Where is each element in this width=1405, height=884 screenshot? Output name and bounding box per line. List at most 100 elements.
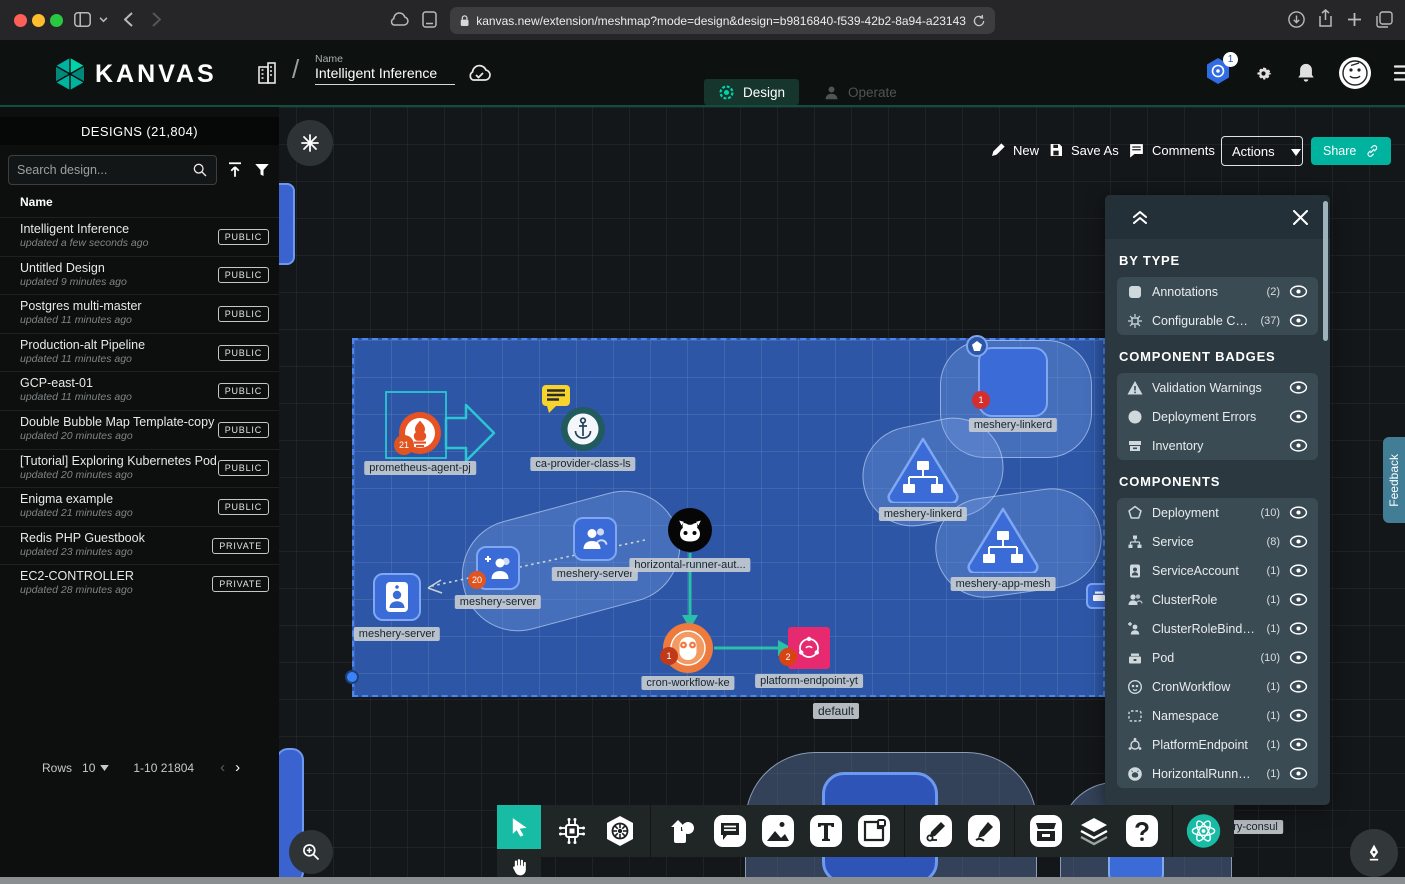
- shapes-tool-button[interactable]: [664, 814, 699, 849]
- tab-overview-button[interactable]: [1376, 11, 1393, 28]
- share-page-button[interactable]: [1318, 9, 1333, 28]
- settings-gear-icon[interactable]: [1253, 63, 1274, 84]
- window-zoom-button[interactable]: [50, 14, 63, 27]
- new-tab-button[interactable]: [1347, 12, 1362, 27]
- image-tool-button[interactable]: [760, 814, 795, 849]
- selection-resize-handle[interactable]: [345, 670, 359, 684]
- pen-tool-button[interactable]: [918, 814, 953, 849]
- window-minimize-button[interactable]: [32, 14, 45, 27]
- feedback-tab[interactable]: Feedback: [1383, 437, 1405, 523]
- pencil-tool-button[interactable]: [966, 814, 1001, 849]
- visibility-eye-icon[interactable]: [1289, 737, 1308, 752]
- comment-tool-button[interactable]: [712, 814, 747, 849]
- design-row[interactable]: Production-alt Pipeline updated 11 minut…: [0, 333, 279, 372]
- canvas-node-service[interactable]: [963, 503, 1043, 578]
- visibility-eye-icon[interactable]: [1289, 592, 1308, 607]
- panel-item-deployment[interactable]: Deployment (10): [1117, 498, 1318, 527]
- layers-tool-button[interactable]: [1076, 814, 1111, 849]
- visibility-eye-icon[interactable]: [1289, 380, 1308, 395]
- tab-operate[interactable]: Operate: [809, 79, 911, 105]
- prev-page-button[interactable]: ‹: [220, 759, 225, 776]
- address-bar[interactable]: kanvas.new/extension/meshmap?mode=design…: [450, 7, 995, 34]
- design-row[interactable]: Redis PHP Guestbook updated 23 minutes a…: [0, 526, 279, 565]
- panel-item-clusterrolebinding[interactable]: ClusterRoleBinding (1): [1117, 614, 1318, 643]
- canvas-node-clusterrole[interactable]: [573, 517, 617, 561]
- meshery-tool-button[interactable]: [1186, 814, 1221, 849]
- panel-item-annotation[interactable]: Annotations (2): [1117, 277, 1318, 306]
- canvas-node-anchor[interactable]: [560, 406, 606, 457]
- new-design-button[interactable]: New: [990, 142, 1039, 158]
- actions-caret-icon[interactable]: [1285, 144, 1307, 159]
- sidebar-chevron-icon[interactable]: [99, 17, 108, 23]
- user-avatar[interactable]: [1338, 56, 1372, 90]
- share-button[interactable]: Share: [1311, 137, 1391, 165]
- visibility-eye-icon[interactable]: [1289, 679, 1308, 694]
- panel-item-warning[interactable]: Validation Warnings: [1117, 373, 1318, 402]
- panel-item-platformendpoint[interactable]: PlatformEndpoint (1): [1117, 730, 1318, 759]
- panel-item-pod[interactable]: Pod (10): [1117, 643, 1318, 672]
- design-row[interactable]: [Tutorial] Exploring Kubernetes Pod upda…: [0, 449, 279, 488]
- icloud-icon[interactable]: [388, 12, 410, 27]
- text-tool-button[interactable]: [808, 814, 843, 849]
- component-tool-button[interactable]: [554, 814, 589, 849]
- panel-item-service[interactable]: Service (8): [1117, 527, 1318, 556]
- visibility-eye-icon[interactable]: [1289, 766, 1308, 781]
- kubernetes-tool-button[interactable]: [602, 814, 637, 849]
- visibility-eye-icon[interactable]: [1289, 284, 1308, 299]
- window-close-button[interactable]: [14, 14, 27, 27]
- visibility-eye-icon[interactable]: [1289, 621, 1308, 636]
- downloads-button[interactable]: [1288, 11, 1305, 28]
- search-icon[interactable]: [192, 162, 208, 178]
- comments-button[interactable]: Comments: [1128, 142, 1215, 159]
- design-row[interactable]: EC2-CONTROLLER updated 28 minutes ago PR…: [0, 564, 279, 603]
- visibility-eye-icon[interactable]: [1289, 708, 1308, 723]
- note-tool-button[interactable]: [856, 814, 891, 849]
- save-as-button[interactable]: Save As: [1048, 142, 1119, 158]
- panel-item-clusterrole[interactable]: ClusterRole (1): [1117, 585, 1318, 614]
- help-tool-button[interactable]: [1124, 814, 1159, 849]
- canvas-node-deployment[interactable]: [978, 347, 1048, 417]
- collapse-panel-icon[interactable]: [1131, 209, 1149, 225]
- snowflake-button[interactable]: [287, 120, 333, 166]
- design-name-input[interactable]: Intelligent Inference: [315, 65, 455, 85]
- canvas-node-github[interactable]: [667, 507, 713, 558]
- notifications-bell-icon[interactable]: [1296, 62, 1316, 84]
- sidebar-toggle-icon[interactable]: [74, 12, 91, 27]
- visibility-eye-icon[interactable]: [1289, 409, 1308, 424]
- visibility-eye-icon[interactable]: [1289, 650, 1308, 665]
- panel-item-serviceaccount[interactable]: ServiceAccount (1): [1117, 556, 1318, 585]
- close-panel-icon[interactable]: [1293, 210, 1308, 225]
- next-page-button[interactable]: ›: [235, 759, 240, 776]
- design-row[interactable]: Postgres multi-master updated 11 minutes…: [0, 294, 279, 333]
- refresh-icon[interactable]: [973, 14, 985, 28]
- organization-icon[interactable]: [256, 61, 278, 85]
- design-row[interactable]: Intelligent Inference updated a few seco…: [0, 217, 279, 256]
- panel-item-configurable[interactable]: Configurable Components (37): [1117, 306, 1318, 335]
- design-row[interactable]: Enigma example updated 21 minutes ago PU…: [0, 487, 279, 526]
- actions-button[interactable]: Actions: [1221, 136, 1303, 166]
- back-button[interactable]: [124, 12, 133, 27]
- pen-fab-button[interactable]: [1350, 829, 1398, 877]
- panel-item-cronworkflow[interactable]: CronWorkflow (1): [1117, 672, 1318, 701]
- panel-item-inventory[interactable]: Inventory: [1117, 431, 1318, 460]
- import-design-icon[interactable]: [226, 161, 244, 179]
- panel-item-error[interactable]: Deployment Errors: [1117, 402, 1318, 431]
- design-row[interactable]: GCP-east-01 updated 11 minutes ago PUBLI…: [0, 371, 279, 410]
- kubernetes-context-button[interactable]: 1: [1205, 57, 1231, 90]
- visibility-eye-icon[interactable]: [1289, 313, 1308, 328]
- design-row[interactable]: Double Bubble Map Template-copy updated …: [0, 410, 279, 449]
- panel-item-horizontalrunner[interactable]: HorizontalRunnerAutoscaler (1): [1117, 759, 1318, 788]
- hamburger-menu-icon[interactable]: [1394, 65, 1405, 81]
- reader-icon[interactable]: [422, 11, 437, 28]
- visibility-eye-icon[interactable]: [1289, 505, 1308, 520]
- visibility-eye-icon[interactable]: [1289, 563, 1308, 578]
- panel-scrollbar[interactable]: [1323, 201, 1328, 341]
- canvas-node-serviceaccount[interactable]: [373, 573, 421, 621]
- filter-icon[interactable]: [253, 161, 271, 179]
- zoom-button[interactable]: [289, 830, 333, 874]
- forward-button[interactable]: [152, 12, 161, 27]
- rows-per-page-select[interactable]: 10: [82, 761, 109, 775]
- visibility-eye-icon[interactable]: [1289, 534, 1308, 549]
- drawer-tool-button[interactable]: [1028, 814, 1063, 849]
- canvas-node-service[interactable]: [883, 433, 963, 508]
